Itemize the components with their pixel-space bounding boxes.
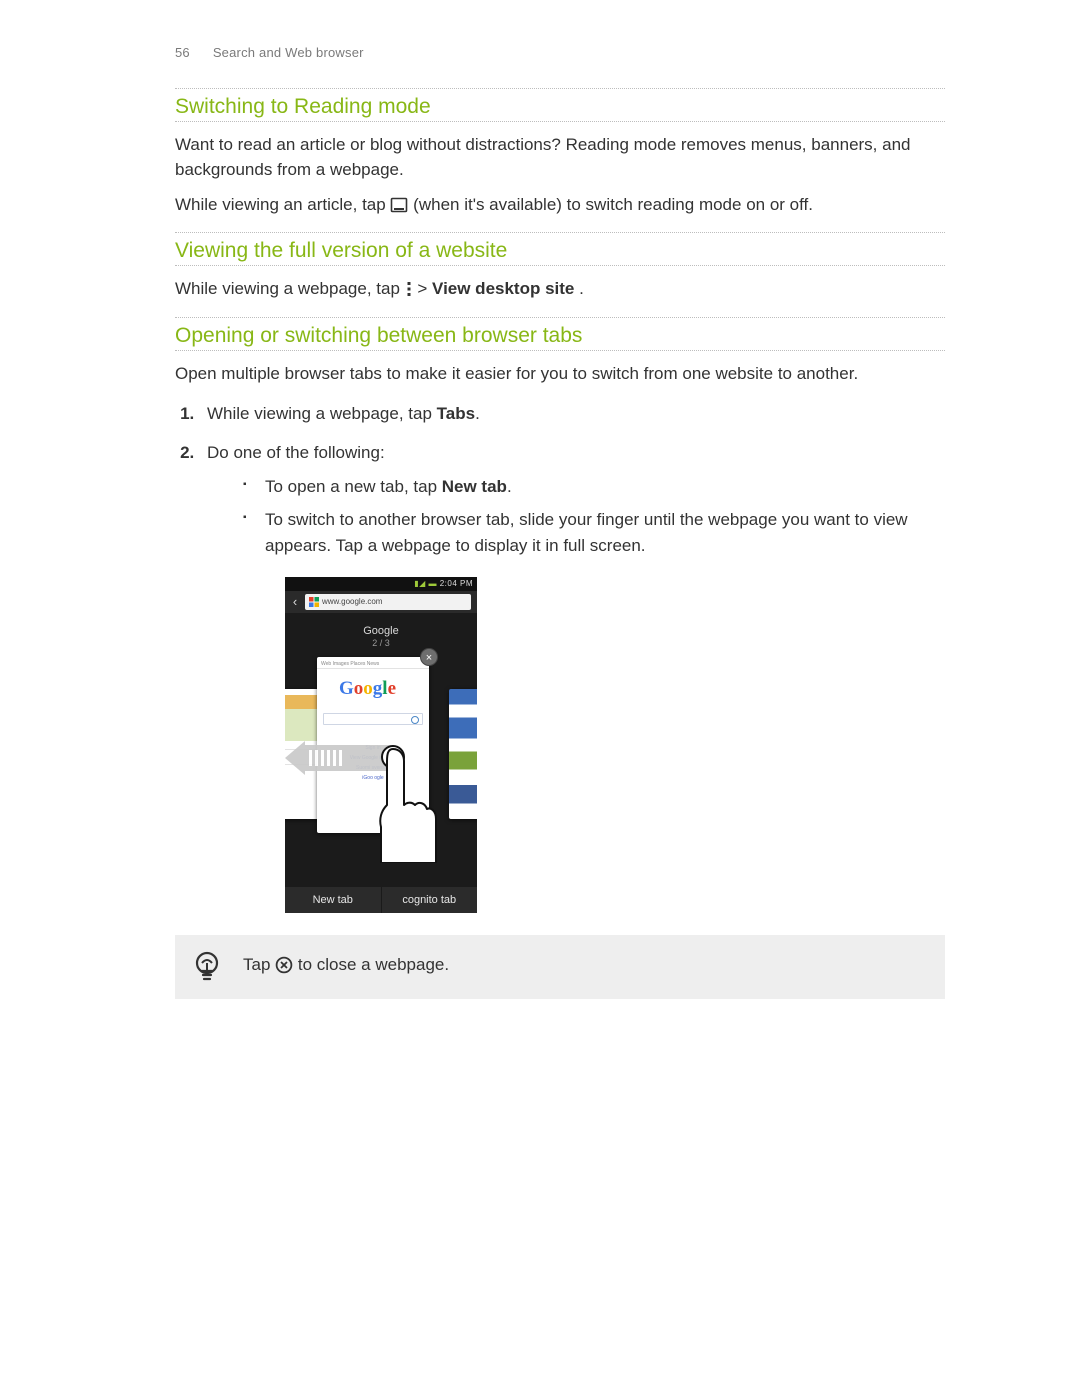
section-title: Opening or switching between browser tab… <box>175 324 582 347</box>
text-run: . <box>507 477 512 496</box>
paragraph: Open multiple browser tabs to make it ea… <box>175 361 945 386</box>
text-run: (when it's available) to switch reading … <box>413 195 813 214</box>
status-bar: ▮◢ ▬ 2:04 PM <box>285 577 477 591</box>
text-run: Tap <box>243 955 275 974</box>
close-circle-icon <box>275 956 293 979</box>
document-page: 56 Search and Web browser Switching to R… <box>0 0 1080 999</box>
incognito-tab-button: cognito tab <box>382 887 478 913</box>
bullet-item: To open a new tab, tap New tab. <box>243 474 945 500</box>
search-box <box>323 713 423 725</box>
text-run: While viewing a webpage, tap <box>207 404 437 423</box>
section-heading-tabs: Opening or switching between browser tab… <box>175 317 945 351</box>
chapter-title: Search and Web browser <box>213 45 364 60</box>
tip-bulb-icon <box>193 951 221 983</box>
ordered-steps: While viewing a webpage, tap Tabs. Do on… <box>199 400 945 913</box>
page-number: 56 <box>175 45 209 60</box>
google-logo: Google <box>317 677 429 707</box>
section-title: Viewing the full version of a website <box>175 239 507 262</box>
section-title: Switching to Reading mode <box>175 95 431 118</box>
phone-screenshot: ▮◢ ▬ 2:04 PM ‹ www.google.com Google 2 /… <box>285 577 477 913</box>
page-header: 56 Search and Web browser <box>175 45 945 60</box>
text-run: To open a new tab, tap <box>265 477 442 496</box>
text-run: . <box>579 279 584 298</box>
close-tab-icon: × <box>420 648 438 666</box>
phone-bottom-bar: New tab cognito tab <box>285 887 477 913</box>
text-run: While viewing a webpage, tap <box>175 279 405 298</box>
battery-icon: ▬ <box>428 579 437 588</box>
text-run: . <box>475 404 480 423</box>
text-run: > <box>417 279 432 298</box>
text-run: to close a webpage. <box>298 955 449 974</box>
hand-gesture-icon <box>373 745 437 863</box>
paragraph: Want to read an article or blog without … <box>175 132 945 182</box>
bullet-item: To switch to another browser tab, slide … <box>243 507 945 560</box>
card-subtabs: Web Images Places News <box>317 657 429 669</box>
paragraph: While viewing an article, tap (when it's… <box>175 192 945 220</box>
svg-text:Google: Google <box>339 678 396 699</box>
step-item: Do one of the following: To open a new t… <box>199 439 945 913</box>
tab-title: Google <box>363 625 398 637</box>
new-tab-button: New tab <box>285 887 381 913</box>
url-bar: ‹ www.google.com <box>285 591 477 613</box>
step-item: While viewing a webpage, tap Tabs. <box>199 400 945 427</box>
paragraph: While viewing a webpage, tap > View desk… <box>175 276 945 304</box>
tab-card-right <box>449 689 477 819</box>
favicon-icon <box>309 597 319 607</box>
text-run: While viewing an article, tap <box>175 195 390 214</box>
url-field: www.google.com <box>305 594 471 610</box>
bold-text: Tabs <box>437 404 475 423</box>
overflow-menu-icon <box>405 279 413 304</box>
bold-text: View desktop site <box>432 279 574 298</box>
reading-mode-icon <box>390 195 408 220</box>
tip-text: Tap to close a webpage. <box>243 955 449 979</box>
url-text: www.google.com <box>322 596 382 609</box>
tab-counter: 2 / 3 <box>285 638 477 649</box>
back-icon: ‹ <box>285 592 305 613</box>
section-heading-fullversion: Viewing the full version of a website <box>175 232 945 266</box>
tab-title-block: Google 2 / 3 <box>285 625 477 649</box>
section-heading-reading: Switching to Reading mode <box>175 88 945 122</box>
bold-text: New tab <box>442 477 507 496</box>
text-run: Do one of the following: <box>207 443 385 462</box>
clock-text: 2:04 PM <box>440 579 473 588</box>
bullet-list: To open a new tab, tap New tab. To switc… <box>243 474 945 559</box>
signal-icon: ▮◢ <box>414 579 428 588</box>
tip-box: Tap to close a webpage. <box>175 935 945 999</box>
